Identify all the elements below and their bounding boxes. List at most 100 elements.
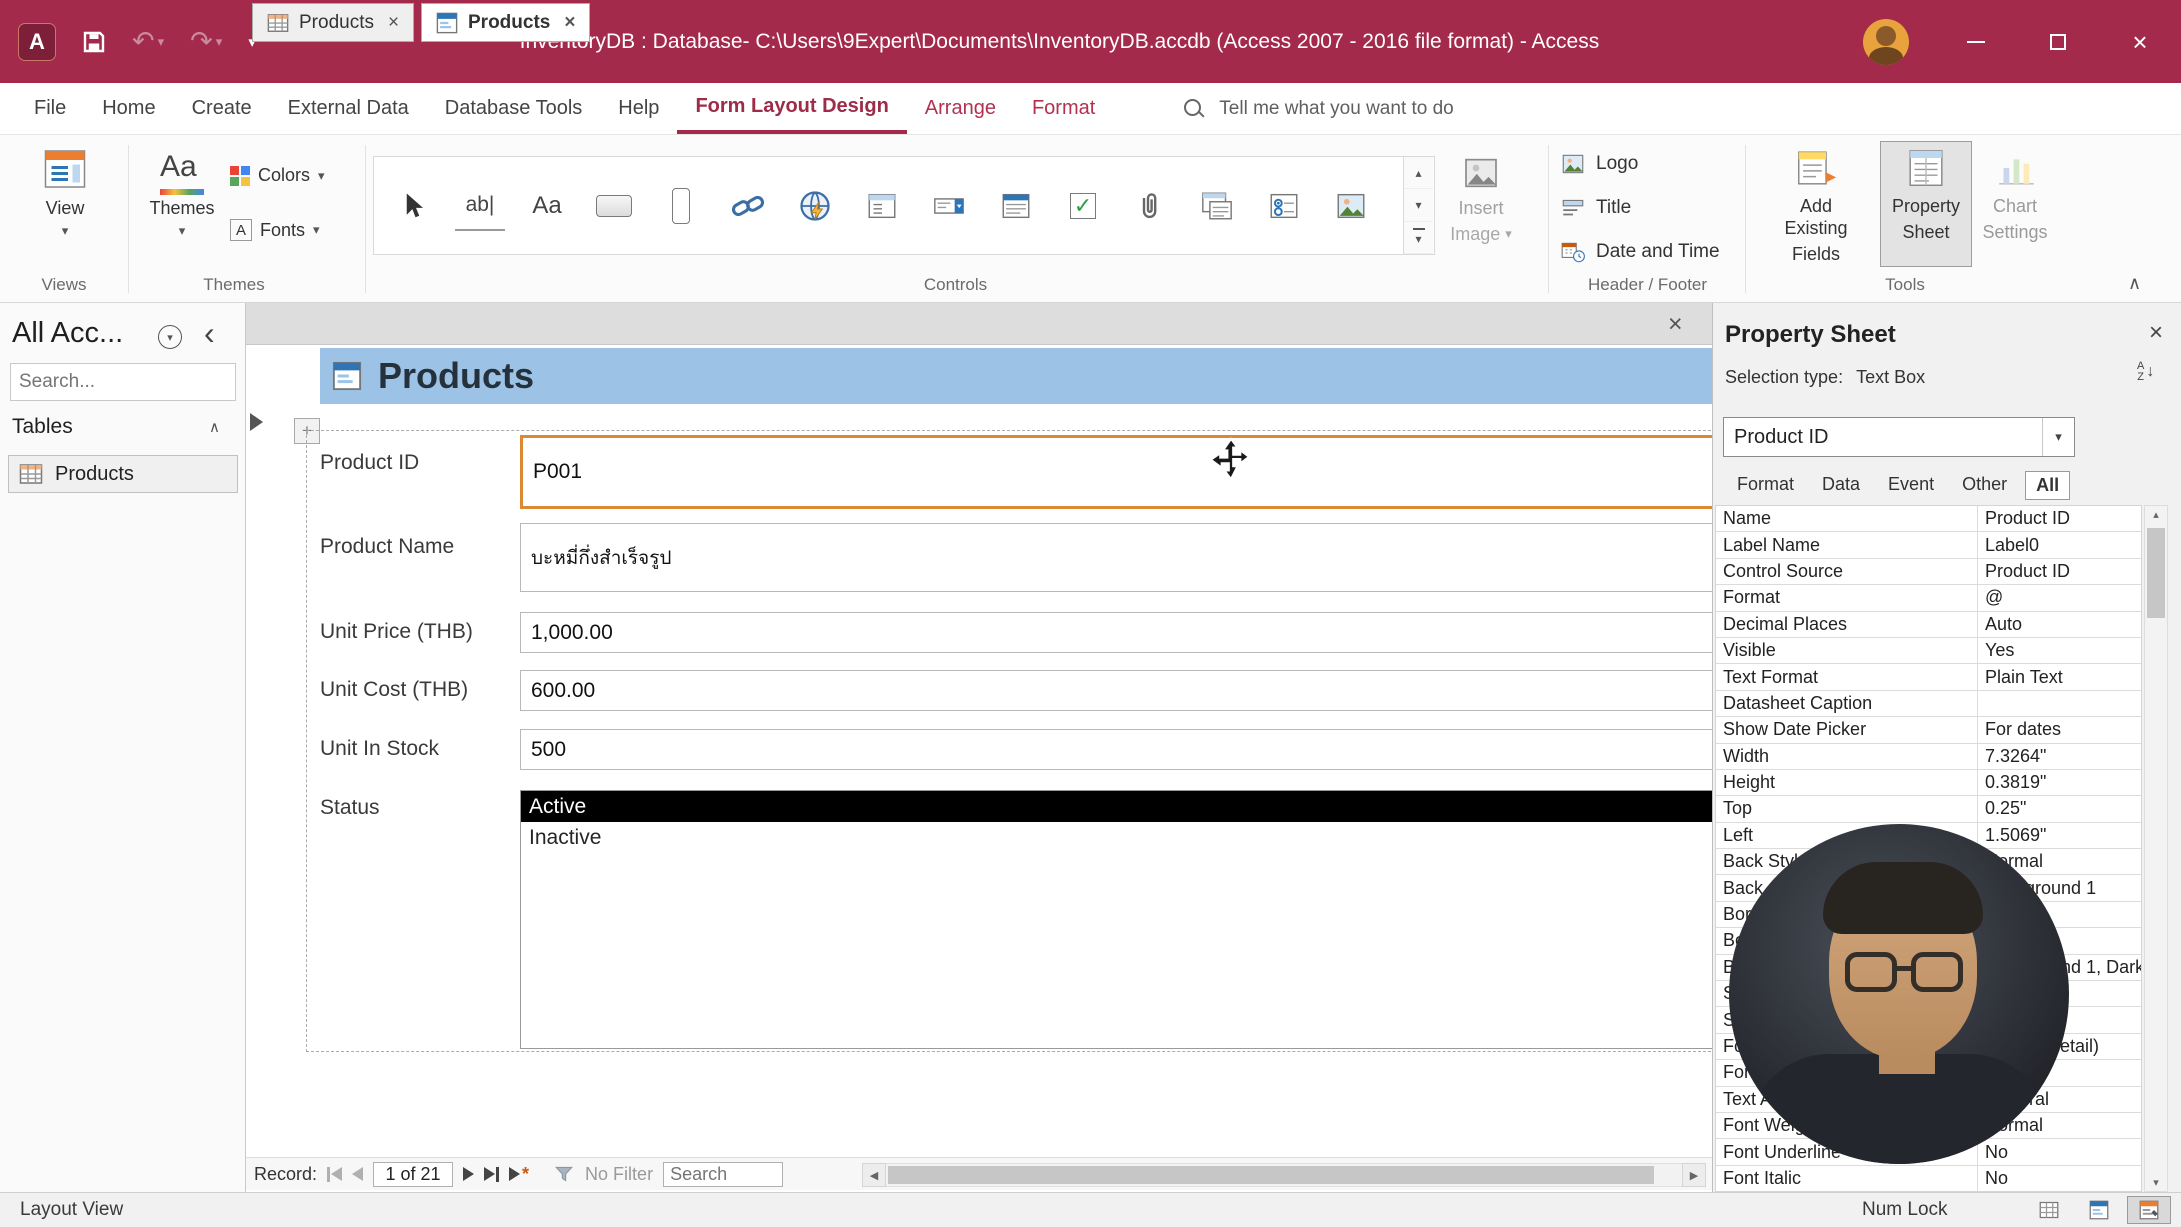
property-name-cell[interactable]: Datasheet Caption	[1716, 691, 1978, 716]
prop-tab-other[interactable]: Other	[1952, 471, 2017, 500]
status-option-inactive[interactable]: Inactive	[521, 822, 1715, 853]
button-control-icon[interactable]	[589, 181, 639, 231]
property-value-cell[interactable]: 7.3264"	[1978, 744, 2141, 769]
insert-image-button[interactable]: Insert Image▾	[1438, 153, 1524, 245]
select-pointer-icon[interactable]	[388, 181, 438, 231]
scroll-up-icon[interactable]: ▴	[2145, 508, 2167, 521]
account-avatar[interactable]	[1863, 19, 1909, 65]
nav-search-input[interactable]	[19, 371, 264, 393]
property-name-cell[interactable]: Show Date Picker	[1716, 717, 1978, 742]
nav-pane-menu-icon[interactable]: ▾	[158, 325, 182, 349]
property-value-cell[interactable]: Plain Text	[1978, 664, 2141, 689]
property-value-cell[interactable]: Label0	[1978, 532, 2141, 557]
list-box-control-icon[interactable]	[991, 181, 1041, 231]
scrollbar-track[interactable]	[886, 1163, 1682, 1187]
property-name-cell[interactable]: Font Italic	[1716, 1166, 1978, 1191]
property-name-cell[interactable]: Text Format	[1716, 664, 1978, 689]
property-value-cell[interactable]: 1.5069"	[1978, 823, 2141, 848]
themes-button[interactable]: Aa Themes ▾	[136, 145, 228, 239]
property-value-cell[interactable]: For dates	[1978, 717, 2141, 742]
property-name-cell[interactable]: Control Source	[1716, 559, 1978, 584]
ribbon-tab-form-layout-design[interactable]: Form Layout Design	[677, 83, 906, 134]
field-label-unit-in-stock[interactable]: Unit In Stock	[320, 734, 510, 764]
property-name-cell[interactable]: Name	[1716, 506, 1978, 531]
add-existing-fields-button[interactable]: Add Existing Fields	[1766, 145, 1866, 265]
option-group-control-icon[interactable]	[1259, 181, 1309, 231]
tab-control-icon[interactable]	[656, 181, 706, 231]
property-name-cell[interactable]: Decimal Places	[1716, 612, 1978, 637]
prop-tab-event[interactable]: Event	[1878, 471, 1944, 500]
navigation-control-icon[interactable]	[857, 181, 907, 231]
layout-view-button[interactable]	[2127, 1196, 2171, 1224]
nav-section-tables[interactable]: Tables ∧	[12, 415, 234, 439]
property-value-cell[interactable]: 0.25"	[1978, 796, 2141, 821]
form-header[interactable]: Products	[320, 348, 1712, 404]
previous-record-button[interactable]	[352, 1167, 363, 1181]
chart-settings-button[interactable]: Chart Settings	[1972, 145, 2058, 243]
field-product-id[interactable]: P001	[520, 435, 1716, 509]
datasheet-view-button[interactable]	[2027, 1196, 2071, 1224]
chevron-down-icon[interactable]: ▾	[2042, 418, 2074, 456]
date-and-time-button[interactable]: Date and Time	[1560, 239, 1720, 265]
form-view-button[interactable]	[2077, 1196, 2121, 1224]
view-button[interactable]: View ▾	[24, 145, 106, 239]
redo-icon[interactable]: ↷▾	[190, 26, 222, 57]
property-name-cell[interactable]: Width	[1716, 744, 1978, 769]
nav-item-products[interactable]: Products	[8, 455, 238, 493]
field-label-status[interactable]: Status	[320, 793, 510, 823]
gallery-scroll-up-icon[interactable]: ▴	[1404, 157, 1433, 189]
field-label-product-name[interactable]: Product Name	[320, 532, 510, 562]
property-name-cell[interactable]: Format	[1716, 585, 1978, 610]
gallery-scrollbar[interactable]: ▴ ▾ ▾	[1403, 157, 1433, 254]
colors-button[interactable]: Colors ▾	[230, 165, 325, 186]
prop-tab-data[interactable]: Data	[1812, 471, 1870, 500]
close-button[interactable]: ×	[2099, 0, 2181, 83]
attachment-control-icon[interactable]	[1125, 181, 1175, 231]
property-value-cell[interactable]: No	[1978, 1166, 2141, 1191]
tab-close-icon[interactable]: ×	[388, 12, 399, 34]
maximize-button[interactable]	[2017, 0, 2099, 83]
property-value-cell[interactable]: 0.3819"	[1978, 770, 2141, 795]
record-search-input[interactable]	[663, 1162, 783, 1187]
collapse-ribbon-icon[interactable]: ∧	[2128, 273, 2141, 294]
property-sheet-close-icon[interactable]: ×	[2149, 319, 2163, 347]
current-record-box[interactable]	[373, 1162, 453, 1187]
tab-products-datasheet[interactable]: Products ×	[252, 3, 414, 42]
new-record-button[interactable]: *	[509, 1164, 529, 1185]
ribbon-tab-database-tools[interactable]: Database Tools	[427, 83, 601, 134]
field-unit-cost[interactable]: 600.00	[520, 670, 1716, 711]
property-value-cell[interactable]: @	[1978, 585, 2141, 610]
ribbon-tab-format[interactable]: Format	[1014, 83, 1113, 134]
field-label-product-id[interactable]: Product ID	[320, 448, 510, 478]
scroll-right-icon[interactable]: ▶	[1682, 1163, 1706, 1187]
property-sheet-button[interactable]: Property Sheet	[1880, 145, 1972, 243]
property-value-cell[interactable]	[1978, 691, 2141, 716]
label-control-icon[interactable]: Aa	[522, 181, 572, 231]
prop-tab-format[interactable]: Format	[1727, 471, 1804, 500]
fonts-button[interactable]: A Fonts ▾	[230, 219, 320, 241]
status-option-active[interactable]: Active	[521, 791, 1715, 822]
property-value-cell[interactable]: Auto	[1978, 612, 2141, 637]
nav-search-box[interactable]	[10, 363, 236, 401]
gallery-scroll-down-icon[interactable]: ▾	[1404, 189, 1433, 221]
ribbon-tab-file[interactable]: File	[16, 83, 84, 134]
ribbon-tab-create[interactable]: Create	[174, 83, 270, 134]
gallery-more-icon[interactable]: ▾	[1404, 222, 1433, 254]
subform-control-icon[interactable]	[1192, 181, 1242, 231]
property-name-cell[interactable]: Top	[1716, 796, 1978, 821]
object-selector-combo[interactable]: Product ID ▾	[1723, 417, 2075, 457]
logo-button[interactable]: Logo	[1560, 151, 1638, 177]
ribbon-tab-help[interactable]: Help	[600, 83, 677, 134]
text-box-control-icon[interactable]: ab|	[455, 181, 505, 231]
property-value-cell[interactable]: Yes	[1978, 638, 2141, 663]
property-name-cell[interactable]: Height	[1716, 770, 1978, 795]
prop-tab-all[interactable]: All	[2025, 471, 2070, 500]
undo-icon[interactable]: ↶▾	[132, 26, 164, 57]
title-button[interactable]: Title	[1560, 195, 1631, 221]
hyperlink-control-icon[interactable]	[723, 181, 773, 231]
property-name-cell[interactable]: Label Name	[1716, 532, 1978, 557]
last-record-button[interactable]	[484, 1167, 499, 1182]
ribbon-tab-home[interactable]: Home	[84, 83, 173, 134]
web-browser-control-icon[interactable]	[790, 181, 840, 231]
tell-me-search[interactable]: Tell me what you want to do	[1183, 98, 1453, 120]
